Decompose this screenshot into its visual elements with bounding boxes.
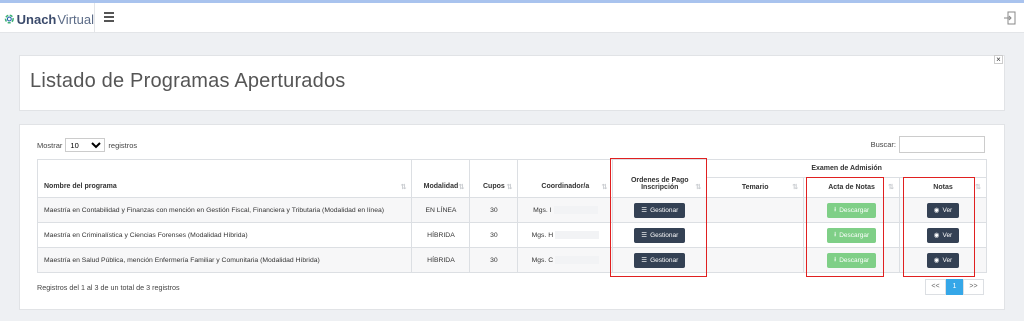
brand-logo[interactable]: Unach Virtual <box>4 9 94 29</box>
ordenes-cell: ☰ Gestionar <box>612 197 708 223</box>
eye-icon: ◉ <box>933 257 940 264</box>
eye-icon: ◉ <box>933 232 940 239</box>
table-row: Maestría en Contabilidad y Finanzas con … <box>36 197 987 223</box>
brand-name-bold: Unach <box>16 11 57 27</box>
download-icon: ⭳ <box>833 230 837 238</box>
modalidad-cell: HÍBRIDA <box>411 247 471 273</box>
download-icon: ⭳ <box>833 255 837 263</box>
col-header-nombre[interactable]: Nombre del programa ⇅ <box>36 159 413 198</box>
col-header-temario[interactable]: Temario ⇅ <box>706 177 805 198</box>
eye-icon: ◉ <box>933 207 940 214</box>
list-icon: ☰ <box>641 207 648 214</box>
notas-cell: ◉ Ver <box>899 197 987 223</box>
page-length-control: Mostrar 10 registros <box>37 138 137 152</box>
acta-cell: ⭳ Descargar <box>803 247 901 273</box>
sort-icon: ⇅ <box>458 184 465 191</box>
table-row: Maestría en Criminalística y Ciencias Fo… <box>36 222 987 248</box>
notas-cell: ◉ Ver <box>899 222 987 248</box>
program-name-cell: Maestría en Salud Pública, mención Enfer… <box>36 247 413 273</box>
gestionar-button[interactable]: ☰ Gestionar <box>634 202 686 218</box>
coordinador-name: Mgs. H <box>531 231 554 239</box>
notas-cell: ◉ Ver <box>899 247 987 273</box>
redacted-name <box>553 206 598 214</box>
cupos-cell: 30 <box>469 197 519 223</box>
page-title: Listado de Programas Aperturados <box>30 70 346 92</box>
col-header-notas[interactable]: Notas ⇅ <box>899 177 987 198</box>
ordenes-cell: ☰ Gestionar <box>612 222 708 248</box>
temario-cell <box>706 222 805 248</box>
table-row: Maestría en Salud Pública, mención Enfer… <box>36 247 987 273</box>
sort-icon: ⇅ <box>888 184 895 191</box>
redacted-name <box>555 256 600 264</box>
cupos-cell: 30 <box>469 222 519 248</box>
descargar-button[interactable]: ⭳ Descargar <box>826 252 877 268</box>
page-header: Listado de Programas Aperturados × <box>19 55 1005 111</box>
col-header-cupos[interactable]: Cupos ⇅ <box>469 159 519 198</box>
list-icon: ☰ <box>641 232 648 239</box>
menu-toggle-icon[interactable] <box>104 12 114 24</box>
col-header-coordinador[interactable]: Coordinador/a ⇅ <box>517 159 614 198</box>
coordinador-cell: Mgs. C <box>517 247 614 273</box>
pagination-page-1[interactable]: 1 <box>946 279 963 295</box>
navbar-divider <box>94 3 95 33</box>
programs-table: Nombre del programa ⇅ Modalidad ⇅ Cupos ⇅ C… <box>36 159 987 273</box>
sort-icon: ⇅ <box>792 184 799 191</box>
ver-button[interactable]: ◉ Ver <box>926 252 960 268</box>
coordinador-cell: Mgs. I <box>517 197 614 223</box>
gestionar-button[interactable]: ☰ Gestionar <box>634 227 686 243</box>
sort-icon: ⇅ <box>695 184 702 191</box>
ordenes-cell: ☰ Gestionar <box>612 247 708 273</box>
logout-icon[interactable] <box>1004 11 1016 25</box>
ver-button[interactable]: ◉ Ver <box>926 227 960 243</box>
coordinador-cell: Mgs. H <box>517 222 614 248</box>
search-label: Buscar: <box>870 140 896 149</box>
pagination-prev[interactable]: << <box>925 279 946 295</box>
sort-icon: ⇅ <box>601 184 608 191</box>
col-header-acta[interactable]: Acta de Notas ⇅ <box>803 177 901 198</box>
gestionar-button[interactable]: ☰ Gestionar <box>634 252 686 268</box>
ver-button[interactable]: ◉ Ver <box>926 202 960 218</box>
temario-cell <box>706 247 805 273</box>
program-name-cell: Maestría en Contabilidad y Finanzas con … <box>36 197 413 223</box>
top-navbar: Unach Virtual <box>0 3 1024 33</box>
close-icon[interactable]: × <box>994 55 1003 64</box>
unach-logo-icon <box>4 14 14 24</box>
redacted-name <box>555 231 600 239</box>
coordinador-name: Mgs. C <box>531 256 554 264</box>
col-header-ordenes[interactable]: Ordenes de Pago Inscripción ⇅ <box>612 159 708 198</box>
temario-cell <box>706 197 805 223</box>
search-input[interactable] <box>899 136 985 153</box>
program-name-cell: Maestría en Criminalística y Ciencias Fo… <box>36 222 413 248</box>
length-prefix: Mostrar <box>37 140 63 150</box>
acta-cell: ⭳ Descargar <box>803 197 901 223</box>
sort-asc-icon: ⇅ <box>400 184 407 191</box>
programs-panel: Mostrar 10 registros Buscar: Nombre del … <box>19 124 1005 310</box>
cupos-cell: 30 <box>469 247 519 273</box>
coordinador-name: Mgs. I <box>533 206 552 214</box>
search-control: Buscar: <box>871 136 985 153</box>
length-suffix: registros <box>108 140 138 150</box>
col-header-modalidad[interactable]: Modalidad ⇅ <box>411 159 471 198</box>
sort-icon: ⇅ <box>975 184 981 191</box>
descargar-button[interactable]: ⭳ Descargar <box>826 202 877 218</box>
group-header-examen: Examen de Admisión <box>706 159 987 178</box>
modalidad-cell: HÍBRIDA <box>411 222 471 248</box>
list-icon: ☰ <box>641 257 648 264</box>
pagination-next[interactable]: >> <box>963 279 984 295</box>
brand-name-light: Virtual <box>57 11 94 27</box>
pagination: << 1 >> <box>925 279 984 295</box>
sort-icon: ⇅ <box>506 184 513 191</box>
download-icon: ⭳ <box>833 205 837 213</box>
page-length-select[interactable]: 10 <box>65 138 106 152</box>
records-info: Registros del 1 al 3 de un total de 3 re… <box>37 283 180 292</box>
modalidad-cell: EN LÍNEA <box>411 197 471 223</box>
descargar-button[interactable]: ⭳ Descargar <box>826 227 877 243</box>
acta-cell: ⭳ Descargar <box>803 222 901 248</box>
